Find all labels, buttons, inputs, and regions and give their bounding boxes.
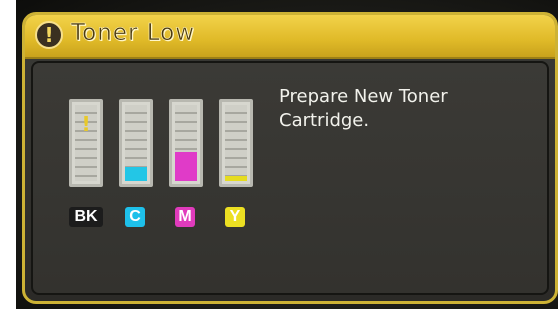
toner-cartridge-m [169, 99, 203, 187]
toner-label-c: C [125, 207, 145, 227]
toner-level-c [125, 167, 147, 181]
dialog-title: Toner Low [71, 20, 195, 47]
toner-label-m: M [175, 207, 195, 227]
warning-exclamation-icon: ! [35, 21, 63, 49]
toner-cartridge-bk: ! [69, 99, 103, 187]
toner-label-y: Y [225, 207, 245, 227]
message-line-1: Prepare New Toner [279, 86, 448, 107]
lcd-screen: ! Toner Low ! BK C M Y Prepare New Toner… [22, 12, 558, 304]
toner-level-m [175, 152, 197, 181]
edge-margin [0, 0, 16, 309]
toner-label-bk: BK [69, 207, 103, 227]
toner-cartridge-y [219, 99, 253, 187]
toner-level-y [225, 175, 247, 181]
message-line-2: Cartridge. [279, 110, 370, 131]
title-bar: ! Toner Low [25, 15, 555, 59]
toner-cartridge-c [119, 99, 153, 187]
toner-message: Prepare New Toner Cartridge. [279, 85, 448, 133]
toner-warning-icon: ! [81, 112, 91, 136]
